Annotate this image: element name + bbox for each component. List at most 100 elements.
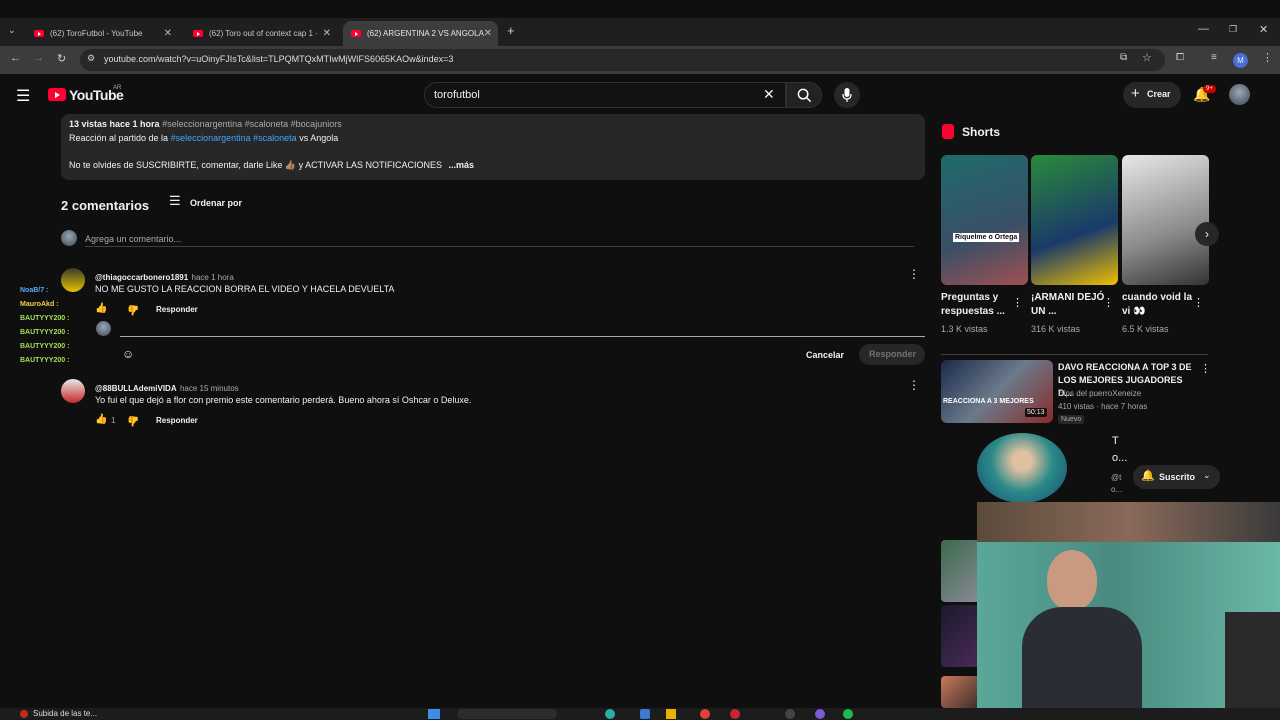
chat-username: BAUTYYY200 : (20, 343, 70, 350)
emoji-picker-icon[interactable]: ☺ (122, 347, 134, 361)
short-title[interactable]: ¡ARMANI DEJÓ UN ... (1031, 291, 1106, 319)
comment-menu-icon[interactable]: ⋮ (908, 378, 920, 392)
comment-menu-icon[interactable]: ⋮ (908, 267, 920, 281)
search-button[interactable] (786, 82, 822, 108)
browser-tab-2[interactable]: (62) Toro out of context cap 1 · ✕ (185, 21, 337, 46)
video-channel[interactable]: clips del puerroXeneize (1058, 389, 1141, 398)
cancel-reply-button[interactable]: Cancelar (806, 350, 844, 360)
reload-icon[interactable]: ↻ (57, 52, 66, 65)
forward-icon[interactable]: → (33, 52, 44, 64)
taskbar-notification-text[interactable]: Subida de las te... (33, 709, 97, 718)
video-thumbnail[interactable] (941, 540, 981, 602)
notification-badge-icon (20, 710, 28, 718)
app-icon[interactable] (605, 709, 615, 719)
like-icon[interactable]: 👍 (95, 414, 107, 425)
file-explorer-icon[interactable] (666, 709, 676, 719)
short-thumbnail[interactable] (1031, 155, 1118, 285)
comment-author[interactable]: @88BULLAdemiVIDA (95, 384, 177, 393)
close-tab-icon[interactable]: ✕ (164, 28, 172, 39)
comment-time[interactable]: hace 15 minutos (180, 384, 239, 393)
region-code: AR (113, 85, 122, 91)
windows-start-icon[interactable] (428, 709, 440, 719)
description-hashtags[interactable]: #seleccionargentina #scaloneta #bocajuni… (162, 119, 342, 129)
new-badge: Nuevo (1058, 415, 1085, 424)
media-controls-icon[interactable]: ≡ (1211, 52, 1217, 63)
add-comment-input[interactable]: Agrega un comentario... (85, 231, 914, 247)
close-window-icon[interactable]: ✕ (1259, 23, 1268, 36)
close-tab-icon[interactable]: ✕ (484, 28, 492, 39)
sort-comments-button[interactable]: ☰ Ordenar por (169, 193, 249, 210)
subscribed-button[interactable]: 🔔 Suscrito ⌄ (1133, 465, 1220, 489)
browser-tab-3[interactable]: (62) ARGENTINA 2 VS ANGOLA ✕ (343, 21, 498, 46)
reply-button[interactable]: Responder (156, 305, 198, 314)
taskbar-search[interactable] (457, 709, 557, 719)
profile-avatar[interactable]: M (1233, 53, 1248, 68)
chat-username: NoaB/7 : (20, 287, 49, 294)
comment-text: Yo fui el que dejó a flor con premio est… (95, 395, 472, 405)
short-menu-icon[interactable]: ⋮ (1103, 296, 1114, 309)
submit-reply-button[interactable]: Responder (859, 344, 925, 365)
install-app-icon[interactable]: ⧉ (1120, 52, 1127, 63)
url-field[interactable]: ⚙ youtube.com/watch?v=uOinyFJIsTc&list=T… (80, 49, 1165, 71)
commenter-avatar[interactable] (61, 379, 85, 403)
address-bar-row: ← → ↻ ⚙ youtube.com/watch?v=uOinyFJIsTc&… (0, 46, 1280, 74)
youtube-logo-icon[interactable] (48, 88, 66, 101)
video-description[interactable]: 13 vistas hace 1 hora #seleccionargentin… (61, 114, 925, 180)
extensions-icon[interactable]: ⧠ (1176, 52, 1184, 63)
browser-tab-1[interactable]: (62) ToroFutbol - YouTube ✕ (26, 21, 178, 46)
sort-label: Ordenar por (190, 198, 243, 208)
close-tab-icon[interactable]: ✕ (323, 28, 331, 39)
reply-button[interactable]: Responder (156, 416, 198, 425)
tab-label: (62) ToroFutbol - YouTube (50, 29, 143, 38)
browser-menu-icon[interactable]: ⋮ (1262, 51, 1273, 64)
video-menu-icon[interactable]: ⋮ (1200, 362, 1211, 375)
voice-search-button[interactable] (834, 82, 860, 108)
short-menu-icon[interactable]: ⋮ (1012, 296, 1023, 309)
channel-avatar[interactable] (977, 433, 1067, 503)
site-info-icon[interactable]: ⚙ (87, 53, 95, 64)
show-more-button[interactable]: ...más (449, 160, 475, 170)
account-avatar[interactable] (1229, 84, 1250, 105)
app-icon[interactable] (785, 709, 795, 719)
tab-search-icon[interactable]: ⌄ (8, 25, 16, 36)
app-icon[interactable] (730, 709, 740, 719)
short-title[interactable]: Preguntas y respuestas ... (941, 291, 1016, 319)
hamburger-menu-icon[interactable]: ☰ (16, 86, 30, 106)
comment-time[interactable]: hace 1 hora (192, 273, 234, 282)
chevron-down-icon: ⌄ (1203, 470, 1211, 480)
short-menu-icon[interactable]: ⋮ (1193, 296, 1204, 309)
create-button[interactable]: + Crear (1123, 82, 1181, 108)
hashtag-link[interactable]: #seleccionargentina (171, 133, 251, 143)
bookmark-star-icon[interactable]: ☆ (1142, 51, 1152, 64)
shorts-next-button[interactable]: › (1195, 222, 1219, 246)
minimize-icon[interactable]: — (1198, 23, 1209, 35)
clear-search-icon[interactable]: ✕ (763, 86, 775, 103)
youtube-favicon-icon (193, 30, 203, 37)
dislike-icon[interactable]: 👍 (127, 304, 139, 315)
channel-handle-fragment: @t (1111, 473, 1122, 482)
video-thumbnail[interactable]: REACCIONA A 3 MEJORES 50:13 (941, 360, 1053, 423)
short-thumbnail[interactable]: Riquelme o Ortega (941, 155, 1028, 285)
short-title[interactable]: cuando void la vi 👀 (1122, 291, 1197, 319)
spotify-icon[interactable] (843, 709, 853, 719)
app-icon[interactable] (640, 709, 650, 719)
chrome-icon[interactable] (700, 709, 710, 719)
reply-input[interactable] (120, 336, 925, 337)
search-input[interactable]: torofutbol ✕ (424, 82, 786, 108)
like-icon[interactable]: 👍 (95, 303, 107, 314)
video-thumbnail[interactable] (941, 605, 981, 667)
youtube-favicon-icon (34, 30, 44, 37)
comment-text: NO ME GUSTO LA REACCION BORRA EL VIDEO Y… (95, 284, 395, 294)
dislike-icon[interactable]: 👍 (127, 415, 139, 426)
short-thumbnail[interactable] (1122, 155, 1209, 285)
commenter-avatar[interactable] (61, 268, 85, 292)
comment-author[interactable]: @thiagoccarbonero1891 (95, 273, 188, 282)
new-tab-icon[interactable]: + (507, 23, 515, 38)
bell-icon: 🔔 (1141, 470, 1155, 482)
subscribed-label: Suscrito (1159, 472, 1196, 482)
maximize-icon[interactable]: ❐ (1229, 24, 1237, 35)
video-thumbnail[interactable] (941, 676, 981, 708)
back-icon[interactable]: ← (10, 52, 21, 64)
app-icon[interactable] (815, 709, 825, 719)
hashtag-link[interactable]: #scaloneta (253, 133, 297, 143)
